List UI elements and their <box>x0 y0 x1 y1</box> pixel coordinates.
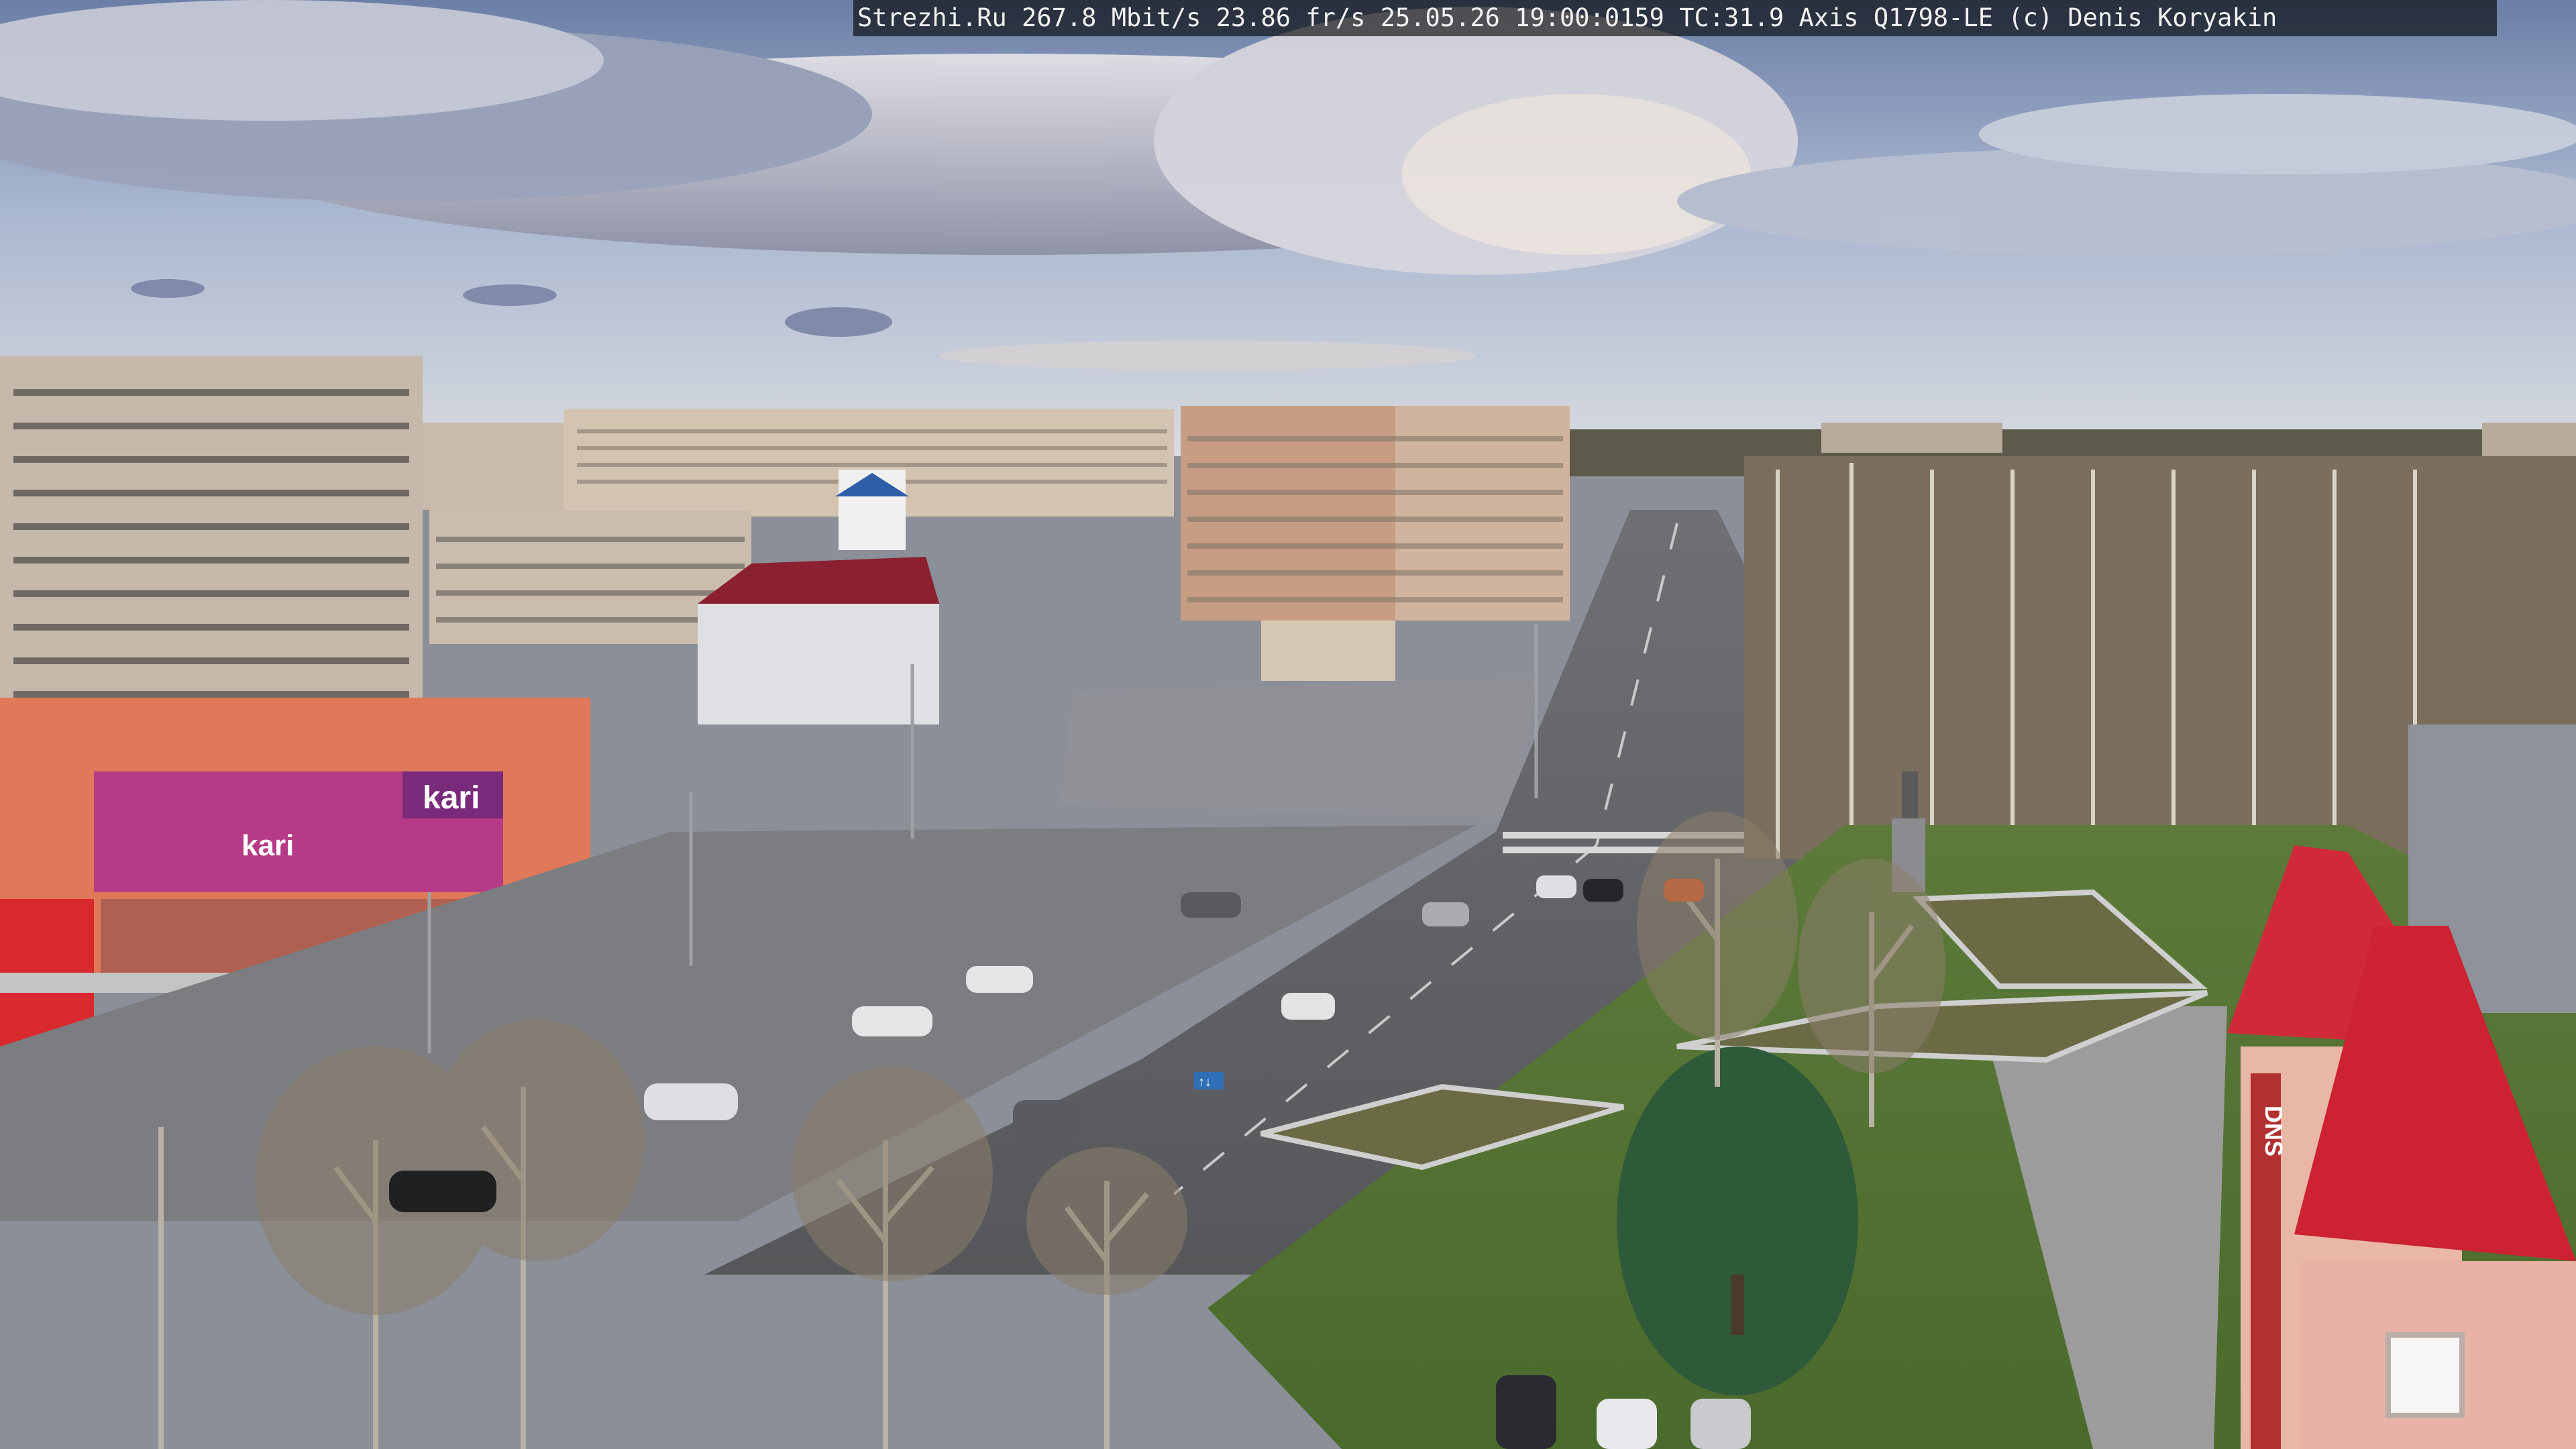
fir-tree <box>1617 1046 1858 1395</box>
overlay-tc: TC:31.9 <box>1679 3 1784 32</box>
small-pavilion <box>1261 621 1395 681</box>
overlay-camera: Axis Q1798-LE <box>1799 3 1994 32</box>
webcam-frame: kari kari DNS ↑↓ <box>0 0 2576 1449</box>
overlay-framerate: 23.86 fr/s <box>1216 3 1366 32</box>
overlay-credit: (c) Denis Koryakin <box>2008 3 2277 32</box>
central-square <box>1060 678 1536 818</box>
overlay-timestamp: 25.05.26 19:00:0159 <box>1380 3 1664 32</box>
overlay-site: Strezhi.Ru <box>857 3 1007 32</box>
kari-sign: kari <box>423 780 480 816</box>
camera-info-overlay: Strezhi.Ru 267.8 Mbit/s 23.86 fr/s 25.05… <box>853 0 2497 36</box>
dns-sign: DNS <box>2260 1106 2288 1157</box>
kari-front-sign: kari <box>241 829 294 862</box>
road-sign-label: ↑↓ <box>1198 1075 1212 1089</box>
overlay-bitrate: 267.8 Mbit/s <box>1022 3 1201 32</box>
